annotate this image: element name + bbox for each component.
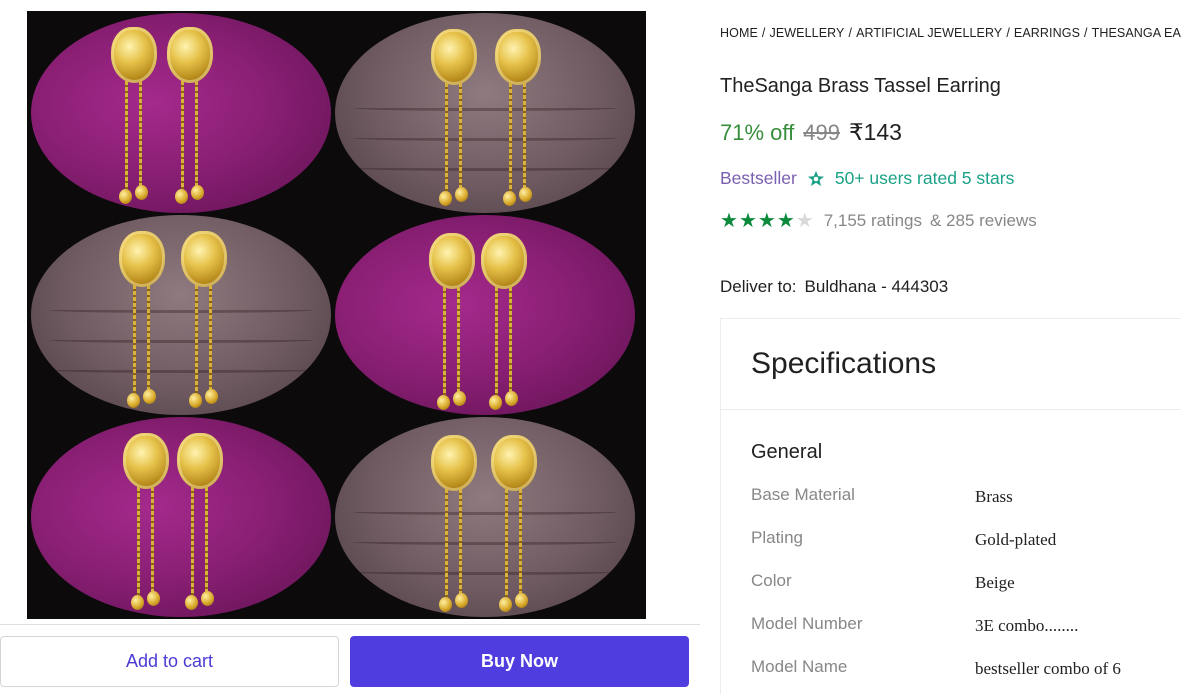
rating-stars: ★ ★ ★ ★ ★ xyxy=(720,211,814,231)
image-tile xyxy=(31,13,331,213)
breadcrumb-separator: / xyxy=(1006,26,1010,40)
breadcrumb-separator: / xyxy=(1084,26,1088,40)
star-icon: ★ xyxy=(776,210,795,232)
image-tile xyxy=(335,13,635,213)
image-tile xyxy=(335,417,635,617)
breadcrumb-jewellery[interactable]: JEWELLERY xyxy=(769,26,844,40)
divider xyxy=(721,409,1181,410)
spec-value: Gold-plated xyxy=(975,530,1057,549)
image-tile xyxy=(31,215,331,415)
bestseller-badge: Bestseller xyxy=(720,168,797,188)
spec-key: Model Name xyxy=(751,657,848,676)
spec-value: bestseller combo of 6 xyxy=(975,659,1121,678)
delivery-row[interactable]: Deliver to: Buldhana - 444303 xyxy=(720,277,948,297)
buy-now-button[interactable]: Buy Now xyxy=(350,636,689,687)
star-icon: ★ xyxy=(720,210,738,232)
breadcrumb-thesanga-earrings[interactable]: THESANGA EARRINGS xyxy=(1092,26,1181,40)
image-tile xyxy=(335,215,635,415)
breadcrumb-separator: / xyxy=(761,26,766,40)
spec-value: 3E combo........ xyxy=(975,616,1079,635)
spec-value: Beige xyxy=(975,573,1015,592)
breadcrumb-earrings[interactable]: EARRINGS xyxy=(1014,26,1080,40)
badge-row: Bestseller 50+ users rated 5 stars xyxy=(720,168,1014,189)
spec-row: Model Number 3E combo........ xyxy=(751,614,1181,638)
users-rated-text: 50+ users rated 5 stars xyxy=(834,168,1015,188)
spec-row: Color Beige xyxy=(751,571,1181,595)
breadcrumb-separator: / xyxy=(848,26,853,40)
deliver-label: Deliver to: xyxy=(720,277,797,296)
star-icon: ★ xyxy=(795,210,814,232)
image-tile xyxy=(31,417,331,617)
ratings-row[interactable]: ★ ★ ★ ★ ★ 7,155 ratings & 285 reviews xyxy=(720,211,1043,231)
action-bar: Add to cart Buy Now xyxy=(0,624,700,694)
star-icon: ★ xyxy=(738,210,757,232)
selling-price: ₹143 xyxy=(848,119,902,145)
add-to-cart-button[interactable]: Add to cart xyxy=(0,636,339,687)
breadcrumb-artificial-jewellery[interactable]: ARTIFICIAL JEWELLERY xyxy=(856,26,1002,40)
spec-row: Plating Gold-plated xyxy=(751,528,1181,552)
spec-row: Model Name bestseller combo of 6 xyxy=(751,657,1181,681)
spec-key: Color xyxy=(751,571,792,590)
star-badge-icon xyxy=(807,170,825,188)
ratings-count: 7,155 ratings xyxy=(823,211,922,230)
specifications-card: Specifications General Base Material Bra… xyxy=(720,318,1181,694)
price-row: 71% off 499 ₹143 xyxy=(720,119,902,146)
spec-row: Base Material Brass xyxy=(751,485,1181,509)
discount-percent: 71% off xyxy=(720,120,795,145)
breadcrumb-home[interactable]: HOME xyxy=(720,26,758,40)
spec-section-title: General xyxy=(751,441,823,463)
spec-key: Plating xyxy=(751,528,803,547)
specifications-heading: Specifications xyxy=(751,347,937,380)
spec-key: Model Number xyxy=(751,614,863,633)
deliver-location: Buldhana - 444303 xyxy=(804,277,949,296)
star-icon: ★ xyxy=(757,210,776,232)
breadcrumb: HOME / JEWELLERY / ARTIFICIAL JEWELLERY / EARR… xyxy=(720,26,1181,40)
spec-key: Base Material xyxy=(751,485,855,504)
product-title: TheSanga Brass Tassel Earring xyxy=(720,75,1001,97)
spec-value: Brass xyxy=(975,487,1013,506)
reviews-count: & 285 reviews xyxy=(929,211,1037,230)
original-price: 499 xyxy=(803,120,840,145)
product-image[interactable] xyxy=(27,11,646,619)
